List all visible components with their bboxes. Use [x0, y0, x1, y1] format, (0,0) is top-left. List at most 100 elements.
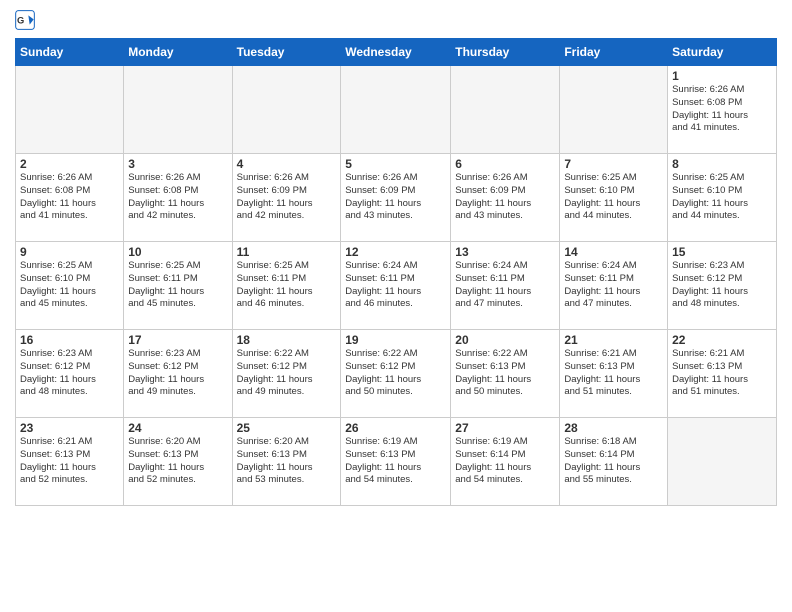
day-number: 10 — [128, 245, 227, 259]
calendar-cell: 2Sunrise: 6:26 AM Sunset: 6:08 PM Daylig… — [16, 154, 124, 242]
calendar-cell — [668, 418, 777, 506]
weekday-header-wednesday: Wednesday — [341, 39, 451, 66]
day-info: Sunrise: 6:26 AM Sunset: 6:08 PM Dayligh… — [20, 172, 119, 223]
calendar-cell: 25Sunrise: 6:20 AM Sunset: 6:13 PM Dayli… — [232, 418, 341, 506]
calendar-cell: 26Sunrise: 6:19 AM Sunset: 6:13 PM Dayli… — [341, 418, 451, 506]
day-number: 17 — [128, 333, 227, 347]
calendar-cell: 9Sunrise: 6:25 AM Sunset: 6:10 PM Daylig… — [16, 242, 124, 330]
day-info: Sunrise: 6:24 AM Sunset: 6:11 PM Dayligh… — [455, 260, 555, 311]
day-number: 2 — [20, 157, 119, 171]
day-info: Sunrise: 6:20 AM Sunset: 6:13 PM Dayligh… — [237, 436, 337, 487]
day-number: 20 — [455, 333, 555, 347]
calendar-cell: 16Sunrise: 6:23 AM Sunset: 6:12 PM Dayli… — [16, 330, 124, 418]
day-number: 5 — [345, 157, 446, 171]
calendar-cell: 23Sunrise: 6:21 AM Sunset: 6:13 PM Dayli… — [16, 418, 124, 506]
day-number: 15 — [672, 245, 772, 259]
day-number: 18 — [237, 333, 337, 347]
day-info: Sunrise: 6:26 AM Sunset: 6:09 PM Dayligh… — [345, 172, 446, 223]
calendar-cell: 21Sunrise: 6:21 AM Sunset: 6:13 PM Dayli… — [560, 330, 668, 418]
calendar-cell: 3Sunrise: 6:26 AM Sunset: 6:08 PM Daylig… — [124, 154, 232, 242]
logo: G — [15, 10, 43, 30]
day-info: Sunrise: 6:25 AM Sunset: 6:11 PM Dayligh… — [128, 260, 227, 311]
day-info: Sunrise: 6:19 AM Sunset: 6:14 PM Dayligh… — [455, 436, 555, 487]
calendar-cell — [124, 66, 232, 154]
day-info: Sunrise: 6:26 AM Sunset: 6:08 PM Dayligh… — [672, 84, 772, 135]
day-info: Sunrise: 6:19 AM Sunset: 6:13 PM Dayligh… — [345, 436, 446, 487]
day-info: Sunrise: 6:25 AM Sunset: 6:10 PM Dayligh… — [672, 172, 772, 223]
calendar-cell: 15Sunrise: 6:23 AM Sunset: 6:12 PM Dayli… — [668, 242, 777, 330]
day-number: 4 — [237, 157, 337, 171]
day-info: Sunrise: 6:23 AM Sunset: 6:12 PM Dayligh… — [20, 348, 119, 399]
day-number: 26 — [345, 421, 446, 435]
day-info: Sunrise: 6:24 AM Sunset: 6:11 PM Dayligh… — [345, 260, 446, 311]
week-row-3: 9Sunrise: 6:25 AM Sunset: 6:10 PM Daylig… — [16, 242, 777, 330]
day-info: Sunrise: 6:22 AM Sunset: 6:12 PM Dayligh… — [237, 348, 337, 399]
day-info: Sunrise: 6:24 AM Sunset: 6:11 PM Dayligh… — [564, 260, 663, 311]
day-info: Sunrise: 6:18 AM Sunset: 6:14 PM Dayligh… — [564, 436, 663, 487]
day-number: 9 — [20, 245, 119, 259]
day-number: 8 — [672, 157, 772, 171]
day-info: Sunrise: 6:25 AM Sunset: 6:10 PM Dayligh… — [564, 172, 663, 223]
calendar-cell: 1Sunrise: 6:26 AM Sunset: 6:08 PM Daylig… — [668, 66, 777, 154]
day-number: 16 — [20, 333, 119, 347]
weekday-header-thursday: Thursday — [451, 39, 560, 66]
calendar-cell: 10Sunrise: 6:25 AM Sunset: 6:11 PM Dayli… — [124, 242, 232, 330]
calendar-cell: 22Sunrise: 6:21 AM Sunset: 6:13 PM Dayli… — [668, 330, 777, 418]
day-info: Sunrise: 6:25 AM Sunset: 6:10 PM Dayligh… — [20, 260, 119, 311]
calendar-cell: 8Sunrise: 6:25 AM Sunset: 6:10 PM Daylig… — [668, 154, 777, 242]
day-info: Sunrise: 6:23 AM Sunset: 6:12 PM Dayligh… — [128, 348, 227, 399]
week-row-5: 23Sunrise: 6:21 AM Sunset: 6:13 PM Dayli… — [16, 418, 777, 506]
day-number: 12 — [345, 245, 446, 259]
day-number: 19 — [345, 333, 446, 347]
calendar-cell: 6Sunrise: 6:26 AM Sunset: 6:09 PM Daylig… — [451, 154, 560, 242]
week-row-1: 1Sunrise: 6:26 AM Sunset: 6:08 PM Daylig… — [16, 66, 777, 154]
day-number: 25 — [237, 421, 337, 435]
calendar-cell: 11Sunrise: 6:25 AM Sunset: 6:11 PM Dayli… — [232, 242, 341, 330]
day-info: Sunrise: 6:22 AM Sunset: 6:13 PM Dayligh… — [455, 348, 555, 399]
day-number: 6 — [455, 157, 555, 171]
week-row-4: 16Sunrise: 6:23 AM Sunset: 6:12 PM Dayli… — [16, 330, 777, 418]
calendar-table: SundayMondayTuesdayWednesdayThursdayFrid… — [15, 38, 777, 506]
day-number: 13 — [455, 245, 555, 259]
calendar-cell — [560, 66, 668, 154]
calendar-cell: 4Sunrise: 6:26 AM Sunset: 6:09 PM Daylig… — [232, 154, 341, 242]
day-number: 23 — [20, 421, 119, 435]
calendar-cell: 14Sunrise: 6:24 AM Sunset: 6:11 PM Dayli… — [560, 242, 668, 330]
logo-area: G — [15, 10, 43, 30]
header: G — [15, 10, 777, 30]
weekday-header-sunday: Sunday — [16, 39, 124, 66]
calendar-cell: 24Sunrise: 6:20 AM Sunset: 6:13 PM Dayli… — [124, 418, 232, 506]
day-number: 28 — [564, 421, 663, 435]
day-number: 14 — [564, 245, 663, 259]
day-number: 24 — [128, 421, 227, 435]
calendar-cell: 18Sunrise: 6:22 AM Sunset: 6:12 PM Dayli… — [232, 330, 341, 418]
day-number: 27 — [455, 421, 555, 435]
weekday-header-monday: Monday — [124, 39, 232, 66]
day-info: Sunrise: 6:21 AM Sunset: 6:13 PM Dayligh… — [20, 436, 119, 487]
weekday-header-row: SundayMondayTuesdayWednesdayThursdayFrid… — [16, 39, 777, 66]
calendar-cell: 28Sunrise: 6:18 AM Sunset: 6:14 PM Dayli… — [560, 418, 668, 506]
day-number: 3 — [128, 157, 227, 171]
calendar-cell: 20Sunrise: 6:22 AM Sunset: 6:13 PM Dayli… — [451, 330, 560, 418]
day-number: 21 — [564, 333, 663, 347]
day-info: Sunrise: 6:23 AM Sunset: 6:12 PM Dayligh… — [672, 260, 772, 311]
page: G SundayMondayTuesdayWednesdayThursdayFr… — [0, 0, 792, 521]
weekday-header-friday: Friday — [560, 39, 668, 66]
day-number: 11 — [237, 245, 337, 259]
logo-icon: G — [15, 10, 35, 30]
day-info: Sunrise: 6:26 AM Sunset: 6:09 PM Dayligh… — [237, 172, 337, 223]
calendar-cell — [451, 66, 560, 154]
day-info: Sunrise: 6:26 AM Sunset: 6:08 PM Dayligh… — [128, 172, 227, 223]
calendar-cell: 17Sunrise: 6:23 AM Sunset: 6:12 PM Dayli… — [124, 330, 232, 418]
calendar-cell — [341, 66, 451, 154]
calendar-cell — [16, 66, 124, 154]
day-info: Sunrise: 6:21 AM Sunset: 6:13 PM Dayligh… — [672, 348, 772, 399]
day-number: 22 — [672, 333, 772, 347]
week-row-2: 2Sunrise: 6:26 AM Sunset: 6:08 PM Daylig… — [16, 154, 777, 242]
calendar-cell: 12Sunrise: 6:24 AM Sunset: 6:11 PM Dayli… — [341, 242, 451, 330]
day-info: Sunrise: 6:21 AM Sunset: 6:13 PM Dayligh… — [564, 348, 663, 399]
calendar-cell: 13Sunrise: 6:24 AM Sunset: 6:11 PM Dayli… — [451, 242, 560, 330]
weekday-header-tuesday: Tuesday — [232, 39, 341, 66]
day-number: 7 — [564, 157, 663, 171]
calendar-cell: 5Sunrise: 6:26 AM Sunset: 6:09 PM Daylig… — [341, 154, 451, 242]
